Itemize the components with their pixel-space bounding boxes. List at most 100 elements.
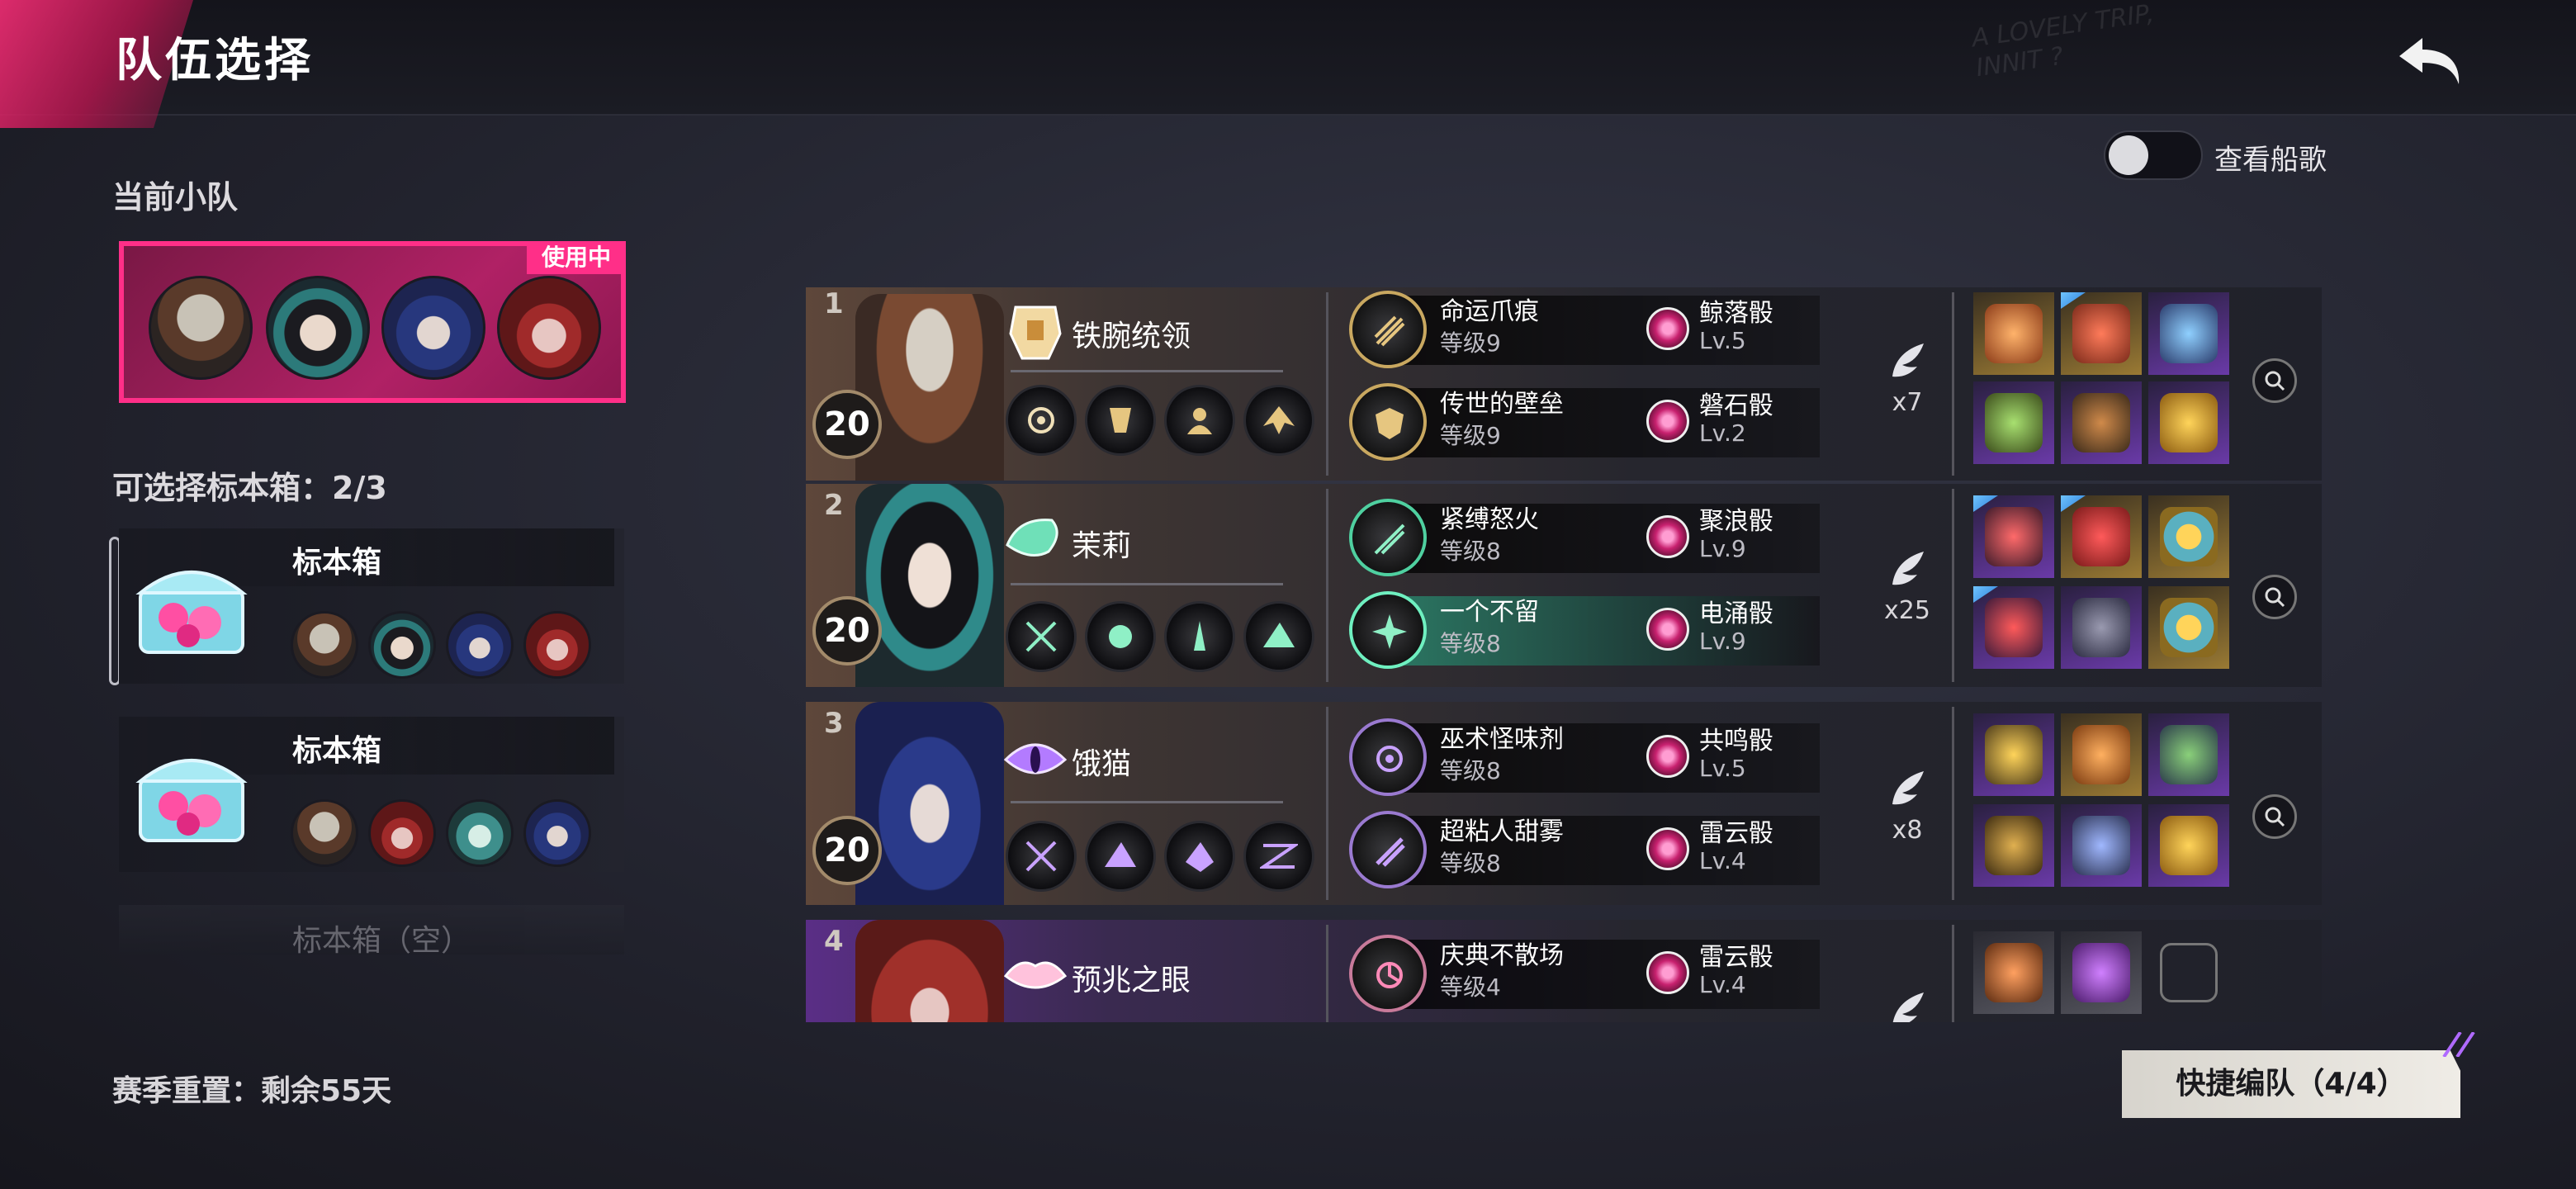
skill-icon [1105,842,1136,867]
module-level: 等级4 [1440,973,1501,1001]
equipment-slot[interactable] [1973,495,2054,578]
module-slot[interactable]: 庆典不散场 等级4 雷云骰 Lv.4 [1349,931,1820,1014]
feather-icon [1892,343,1924,377]
season-reset-text: 赛季重置：剩余55天 [112,1074,392,1108]
row-number: 2 [824,489,844,522]
die-icon [1646,827,1689,870]
feather-icon [1892,992,1924,1022]
party-icon [1376,962,1403,988]
equipment-slot[interactable] [1973,292,2054,375]
divider [1011,370,1283,372]
module-slot[interactable]: 一个不留 等级8 电涌骰 Lv.9 [1349,588,1820,670]
specimen-box-1[interactable]: 标本箱 [119,528,624,684]
avatar [291,611,358,679]
equipment-slot[interactable] [2061,931,2142,1014]
equipment-slot[interactable] [2061,381,2142,464]
current-squad-card[interactable]: 使用中 [119,241,626,403]
magnify-icon [2265,587,2285,608]
separator [1952,489,1954,682]
shuriken-icon [1372,614,1407,649]
skill-slot[interactable] [1243,385,1314,456]
skill-slot[interactable] [1006,385,1077,456]
character-level: 20 [812,596,882,666]
skill-icon [1263,623,1295,647]
avatar [266,276,370,380]
team-row-3[interactable]: 3 20 饿猫 巫术怪味剂 等级8 共鸣骰 Lv.5 超粘人甜雾 等级8 雷云骰… [806,702,2322,905]
module-slot[interactable]: 命运爪痕 等级9 鲸落骰 Lv.5 [1349,287,1820,370]
specimen-box-3[interactable]: 标本箱（空） [119,905,624,958]
die-level: Lv.2 [1699,419,1746,447]
module-slot[interactable]: 巫术怪味剂 等级8 共鸣骰 Lv.5 [1349,715,1820,798]
equipment-art [2160,304,2218,363]
skill-slot[interactable] [1006,601,1077,672]
module-slot[interactable]: 紧缚怒火 等级8 聚浪骰 Lv.9 [1349,495,1820,578]
skill-slot[interactable] [1164,821,1235,892]
character-level: 20 [812,390,882,459]
die-icon [1646,735,1689,778]
die-icon [1646,307,1689,350]
avatar [368,611,436,679]
module-level: 等级8 [1440,630,1501,657]
equipment-slot[interactable] [2061,804,2142,887]
equipment-slot[interactable] [2148,381,2229,464]
equipment-slot[interactable] [2148,495,2229,578]
chest-icon [135,759,248,842]
skill-slot[interactable] [1085,821,1156,892]
gauntlet-icon [1009,306,1062,360]
die-icon [1646,400,1689,443]
avatar [446,799,514,867]
skill-slot[interactable] [1164,601,1235,672]
equipment-slot[interactable] [2148,292,2229,375]
avatar [291,799,358,867]
inspect-button[interactable] [2252,358,2297,403]
die-name: 共鸣骰 [1699,727,1773,756]
skill-slot[interactable] [1243,821,1314,892]
divider [1011,583,1283,585]
module-level: 等级8 [1440,757,1501,784]
skill-slot[interactable] [1164,385,1235,456]
equipment-slot[interactable] [1973,713,2054,796]
claw-icon [1374,315,1405,347]
inspect-button[interactable] [2252,575,2297,619]
equipment-slot[interactable] [2061,292,2142,375]
die-level: Lv.4 [1699,971,1746,998]
equipment-slot[interactable] [2148,586,2229,669]
back-button[interactable] [2394,31,2469,89]
module-slot[interactable]: 超粘人甜雾 等级8 雷云骰 Lv.4 [1349,808,1820,890]
team-row-2[interactable]: 2 20 茉莉 紧缚怒火 等级8 聚浪骰 Lv.9 一个不留 等级8 电涌骰 L… [806,484,2322,687]
equipment-slot[interactable] [2148,804,2229,887]
module-name: 紧缚怒火 [1440,505,1539,534]
skill-icon [1194,621,1205,651]
avatar [368,799,436,867]
equipment-art [2072,393,2130,452]
skill-icon [1109,625,1132,648]
equipment-slot[interactable] [2148,931,2229,1014]
inspect-button[interactable] [2252,794,2297,839]
back-arrow-icon [2399,38,2460,84]
skill-slot[interactable] [1243,601,1314,672]
equipment-slot[interactable] [2061,713,2142,796]
equipment-slot[interactable] [1973,381,2054,464]
equipment-art [1985,507,2043,566]
module-slot[interactable]: 传世的壁垒 等级9 磐石骰 Lv.2 [1349,380,1820,462]
skill-icon [1028,407,1054,433]
equipment-slot[interactable] [2148,713,2229,796]
skill-slot[interactable] [1085,385,1156,456]
bonus-count: x8 [1892,816,1923,845]
equipment-slot[interactable] [1973,804,2054,887]
specimen-box-2[interactable]: 标本箱 [119,717,624,872]
equipment-slot[interactable] [2061,586,2142,669]
equipment-slot[interactable] [1973,931,2054,1014]
equipment-slot[interactable] [1973,586,2054,669]
team-row-4[interactable]: 4 预兆之眼 庆典不散场 等级4 雷云骰 Lv.4 [806,920,2322,1022]
specimen-name: 标本箱（空） [292,924,471,958]
in-use-badge: 使用中 [526,241,626,274]
skill-slot[interactable] [1006,821,1077,892]
equipment-slot[interactable] [2061,495,2142,578]
skill-slot[interactable] [1085,601,1156,672]
team-row-1[interactable]: 1 20 铁腕统领 命运爪痕 等级9 鲸落骰 Lv.5 传世的壁垒 等级9 磐石… [806,287,2322,481]
character-portrait [855,484,1004,687]
view-song-toggle[interactable] [2104,130,2203,180]
separator [1326,489,1328,682]
quick-team-button[interactable]: 快捷编队（4/4） [2122,1050,2460,1118]
